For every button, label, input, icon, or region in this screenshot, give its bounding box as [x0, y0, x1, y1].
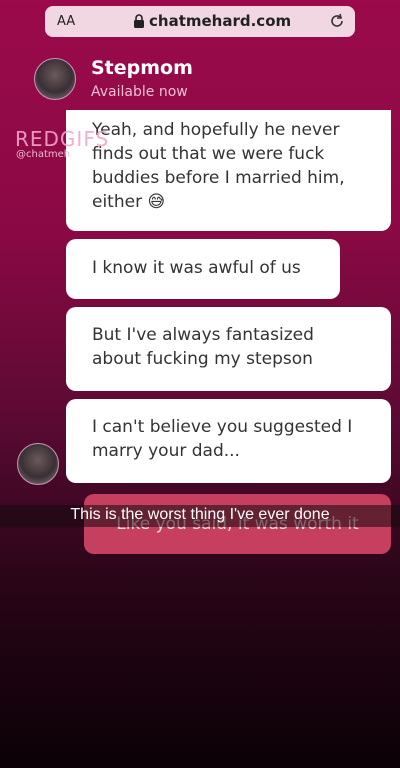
contact-status: Available now — [91, 84, 188, 100]
lock-icon — [134, 14, 144, 28]
message-bubble: I know it was awful of us — [66, 239, 340, 299]
reload-icon[interactable] — [329, 13, 345, 29]
message-bubble: I can't believe you suggested I marry yo… — [66, 399, 391, 483]
message-bubble: But I've always fantasized about fucking… — [66, 307, 391, 391]
browser-address-bar[interactable]: AA chatmehard.com — [45, 6, 355, 37]
url-text[interactable]: chatmehard.com — [149, 12, 291, 30]
contact-avatar[interactable] — [34, 58, 76, 100]
message-bubble: Yeah, and hopefully he never finds out t… — [66, 110, 391, 231]
text-size-button[interactable]: AA — [57, 14, 75, 29]
watermark-logo: REDGIFS — [15, 127, 110, 151]
contact-name: Stepmom — [91, 57, 193, 79]
watermark-handle: @chatmeh — [16, 149, 71, 160]
sender-avatar — [17, 443, 59, 485]
video-caption: This is the worst thing I've ever done — [70, 506, 330, 523]
